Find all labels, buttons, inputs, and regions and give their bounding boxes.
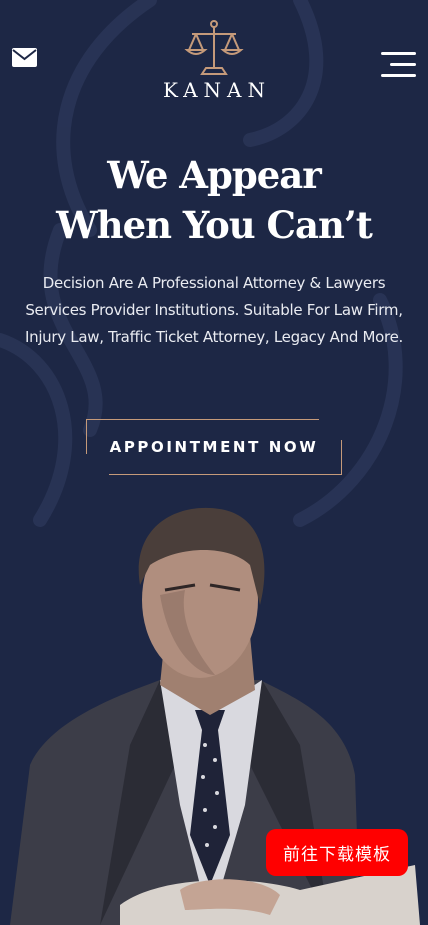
menu-line <box>390 63 416 66</box>
site-logo[interactable]: KANAN <box>0 18 428 102</box>
hero-title: We Appear When You Can’t <box>0 150 428 250</box>
hero-description: Decision Are A Professional Attorney & L… <box>24 274 403 346</box>
scales-of-justice-icon <box>184 20 244 75</box>
menu-line <box>381 74 416 77</box>
hamburger-menu-icon[interactable] <box>381 52 416 78</box>
logo-text: KANAN <box>162 78 272 102</box>
download-template-button[interactable]: 前往下载模板 <box>266 829 408 876</box>
hero-title-line2: When You Can’t <box>56 203 373 247</box>
appointment-button[interactable]: APPOINTMENT NOW <box>86 419 342 475</box>
menu-line <box>381 52 416 55</box>
hero-title-line1: We Appear <box>107 153 321 197</box>
appointment-button-label: APPOINTMENT NOW <box>109 438 319 456</box>
